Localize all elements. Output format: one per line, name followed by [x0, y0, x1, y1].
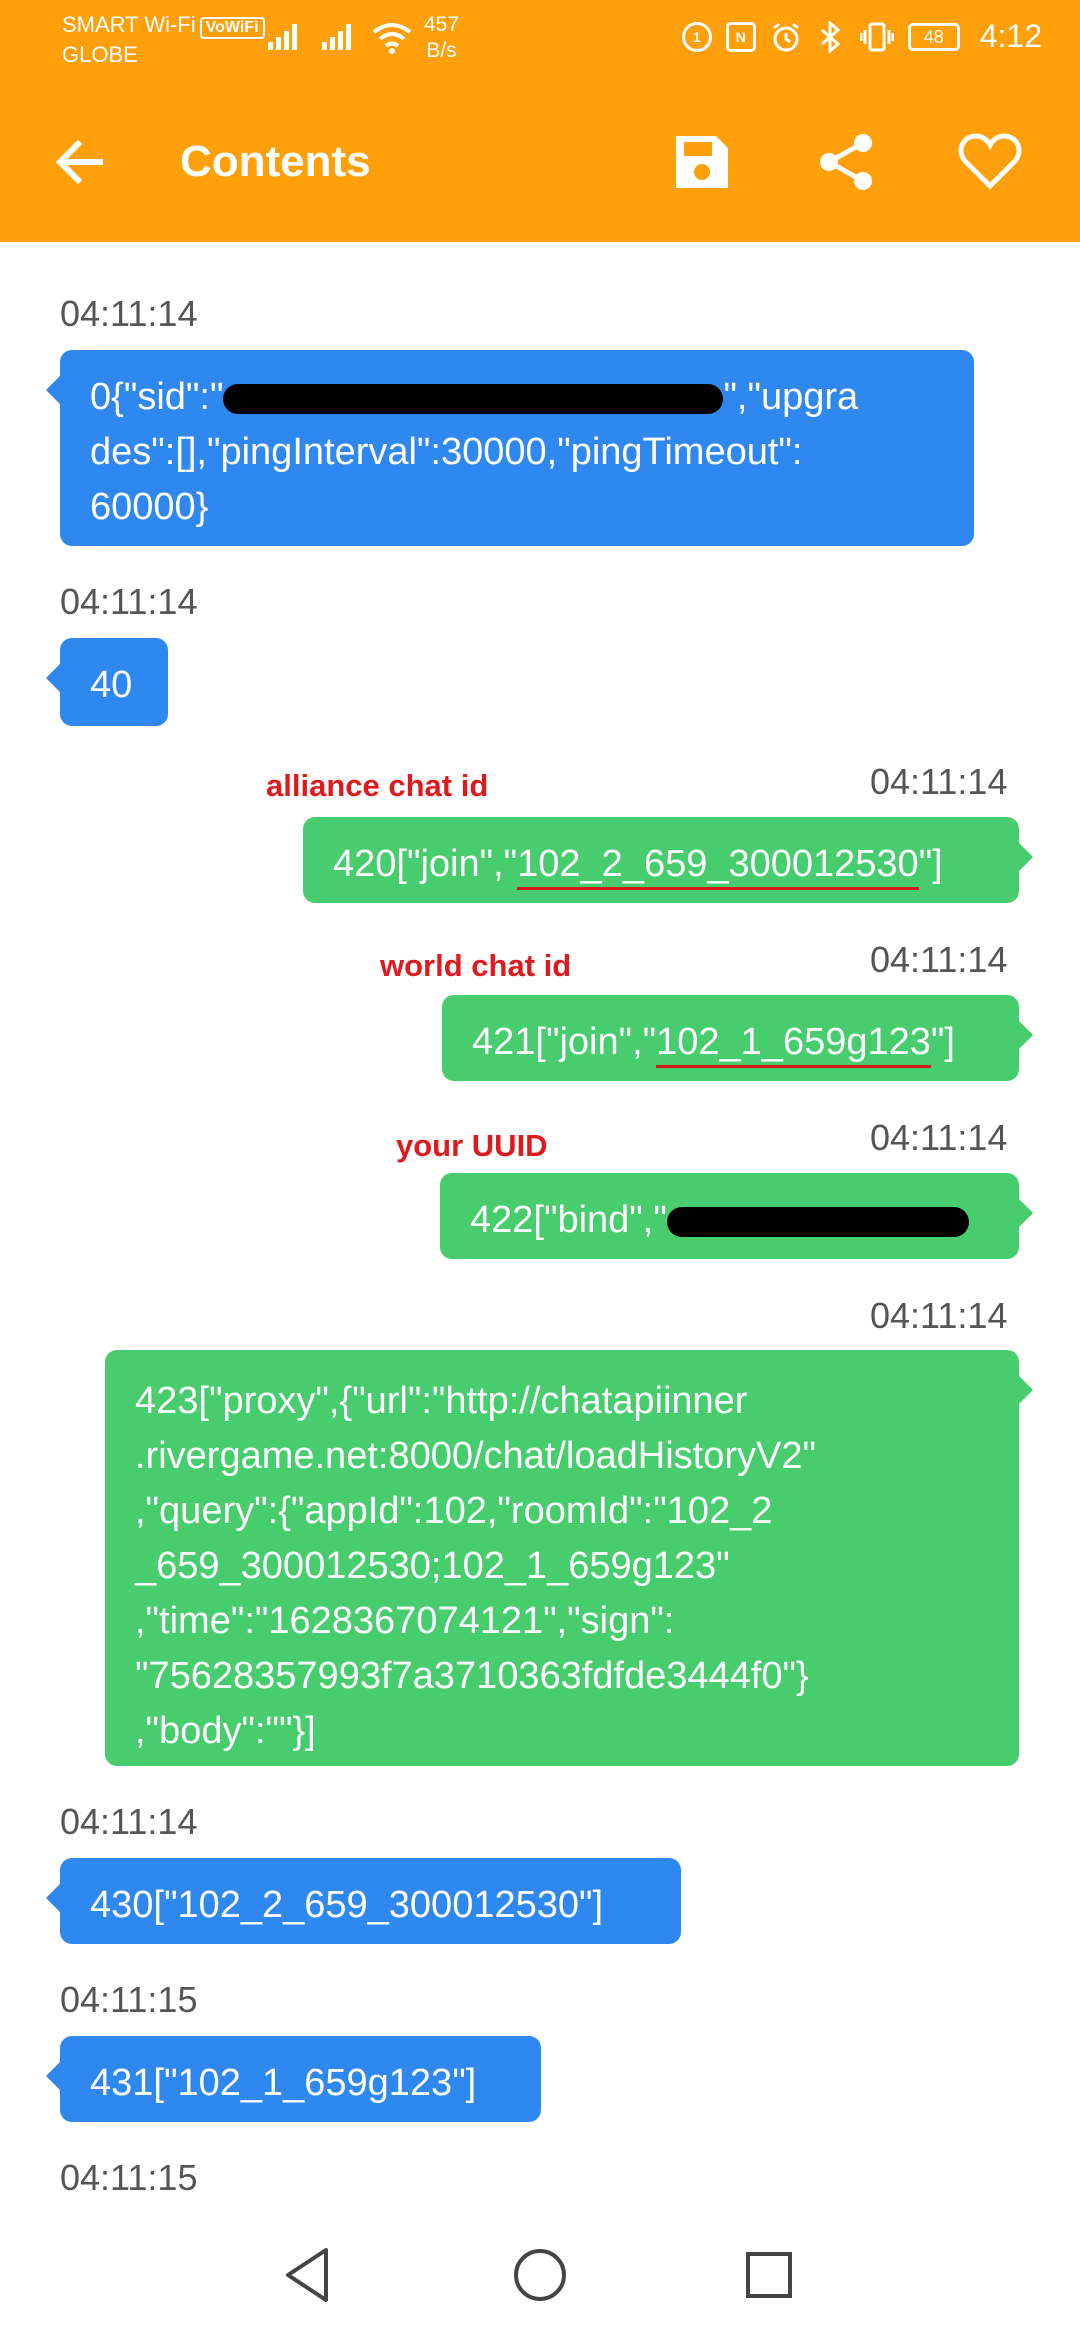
alarm-icon — [772, 22, 799, 51]
message-line: des":[],"pingInterval":30000,"pingTimeou… — [90, 431, 803, 473]
vowifi-badge: VoWiFi — [199, 17, 265, 39]
message-bubble-outgoing[interactable]: 420["join","102_2_659_300012530"] — [303, 817, 1033, 903]
app-bar: Contents — [0, 80, 1080, 242]
message-line: 60000} — [90, 486, 209, 528]
signal-icon-2 — [322, 22, 351, 50]
share-button[interactable] — [808, 124, 884, 200]
nfc-icon: N — [725, 21, 756, 52]
status-icons: 1 N 48 4:12 — [681, 18, 1042, 55]
message-bubble-incoming[interactable]: 430["102_2_659_300012530"] — [46, 1858, 681, 1944]
message-list[interactable]: 04:11:14 0{"sid":" ","upgra des":[],"ping… — [0, 242, 1080, 2210]
highlighted-id: 102_2_659_300012530 — [517, 843, 919, 890]
message-line: 0{"sid":" ","upgra — [90, 376, 859, 418]
message-bubble-incoming[interactable]: 40 — [46, 638, 168, 726]
heart-icon — [958, 133, 1022, 190]
carrier-name-2: GLOBE — [62, 42, 138, 67]
battery-icon: 48 — [907, 22, 960, 51]
save-button[interactable] — [664, 124, 740, 200]
message-text: 421["join"," — [472, 1021, 657, 1063]
message-timestamp: 04:11:15 — [60, 2157, 198, 2198]
redacted-uuid — [666, 1206, 969, 1237]
message-timestamp: 04:11:14 — [60, 1801, 198, 1842]
bluetooth-icon — [820, 20, 840, 53]
vibrate-icon — [859, 22, 894, 51]
message-text: 431["102_1_659g123"] — [90, 2062, 477, 2104]
save-icon — [676, 136, 728, 188]
message-timestamp: 04:11:14 — [870, 761, 1008, 802]
message-bubble-incoming[interactable]: 431["102_1_659g123"] — [46, 2036, 541, 2122]
system-nav-bar — [0, 2210, 1080, 2340]
message-timestamp: 04:11:14 — [60, 293, 198, 334]
message-timestamp: 04:11:14 — [870, 939, 1008, 980]
message-bubble-outgoing[interactable]: 422["bind",""] — [440, 1173, 1033, 1296]
annotation-label: your UUID — [396, 1128, 548, 1163]
page-title: Contents — [180, 137, 371, 186]
nav-home-icon[interactable] — [507, 2242, 573, 2308]
message-timestamp: 04:11:14 — [870, 1117, 1008, 1158]
data-saver-icon: 1 — [681, 21, 712, 52]
favorite-button[interactable] — [952, 124, 1028, 200]
redacted-sid — [223, 383, 724, 414]
message-bubble-outgoing[interactable]: 423["proxy",{"url":"http://chatapiinner … — [105, 1350, 1033, 1766]
message-bubble-incoming[interactable]: 0{"sid":" ","upgra des":[],"pingInterval"… — [46, 350, 974, 546]
status-bar: SMART Wi-Fi VoWiFi GLOBE 457 B/s 1 N 48 4 — [0, 0, 1080, 80]
nav-back-icon[interactable] — [276, 2242, 342, 2308]
share-icon — [820, 134, 872, 190]
message-timestamp: 04:11:15 — [60, 1979, 198, 2020]
carrier-info: SMART Wi-Fi VoWiFi GLOBE — [62, 10, 265, 70]
message-text: 40 — [90, 664, 133, 706]
carrier-name: SMART Wi-Fi — [62, 12, 196, 37]
speed-unit: B/s — [426, 39, 457, 62]
network-speed: 457 B/s — [424, 12, 459, 64]
speed-value: 457 — [424, 13, 460, 36]
message-bubble-outgoing[interactable]: 421["join","102_1_659g123"] — [442, 995, 1033, 1081]
nav-recents-icon[interactable] — [736, 2242, 802, 2308]
wifi-icon — [372, 23, 412, 54]
clock: 4:12 — [979, 18, 1042, 54]
message-timestamp: 04:11:14 — [870, 1295, 1008, 1336]
back-arrow-icon[interactable] — [50, 132, 110, 192]
signal-icon — [268, 22, 297, 50]
annotation-label: alliance chat id — [266, 768, 489, 803]
message-timestamp: 04:11:14 — [60, 581, 198, 622]
annotation-label: world chat id — [380, 948, 572, 983]
message-text: 420["join"," — [333, 843, 518, 885]
message-text: 422["bind"," — [470, 1199, 667, 1241]
message-text: 430["102_2_659_300012530"] — [90, 1884, 604, 1926]
highlighted-id: 102_1_659g123 — [656, 1021, 931, 1068]
